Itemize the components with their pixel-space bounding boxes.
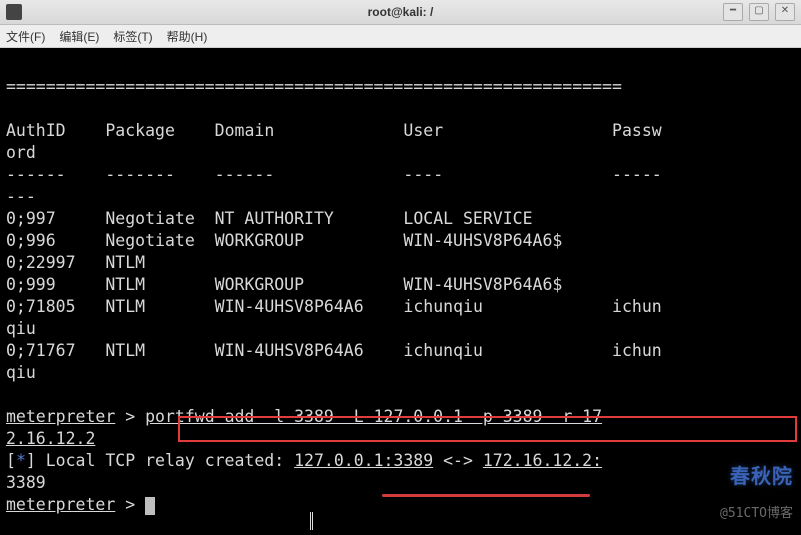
table-row: qiu — [6, 363, 36, 382]
relay-star: * — [16, 451, 26, 470]
table-row: 0;999 NTLM WORKGROUP WIN-4UHSV8P64A6$ — [6, 275, 562, 294]
dash-password-p2: --- — [6, 187, 36, 206]
relay-bracket-close: ] — [26, 451, 36, 470]
col-domain: Domain — [215, 121, 275, 140]
meterpreter-prompt-2: meterpreter — [6, 495, 115, 514]
relay-bracket-open: [ — [6, 451, 16, 470]
menu-help[interactable]: 帮助(H) — [167, 28, 208, 45]
terminal-cursor — [145, 497, 155, 515]
col-package: Package — [105, 121, 175, 140]
table-row: 0;71767 NTLM WIN-4UHSV8P64A6 ichunqiu ic… — [6, 341, 662, 360]
menu-edit[interactable]: 编辑(E) — [59, 28, 99, 45]
mouse-ibeam-cursor — [310, 512, 313, 530]
watermark-brand: 春秋院 — [730, 465, 793, 487]
menubar: 文件(F) 编辑(E) 标签(T) 帮助(H) — [0, 25, 801, 48]
window-title: root@kali: / — [0, 5, 801, 19]
terminal[interactable]: ========================================… — [0, 48, 801, 535]
relay-text-a: Local TCP relay created: — [36, 451, 294, 470]
annotation-red-box — [178, 416, 797, 442]
prompt-sep: > — [115, 407, 145, 426]
table-row: 0;22997 NTLM — [6, 253, 145, 272]
dash-package: ------- — [105, 165, 175, 184]
prompt-sep-2: > — [115, 495, 145, 514]
table-row: qiu — [6, 319, 36, 338]
table-row: 0;71805 NTLM WIN-4UHSV8P64A6 ichunqiu ic… — [6, 297, 662, 316]
annotation-red-underline — [382, 494, 590, 497]
col-password-p1: Passw — [612, 121, 662, 140]
relay-text-b: 127.0.0.1:3389 — [294, 451, 433, 470]
col-password-p2: ord — [6, 143, 36, 162]
dash-domain: ------ — [215, 165, 275, 184]
app-window: root@kali: / ━ ▢ ✕ 文件(F) 编辑(E) 标签(T) 帮助(… — [0, 0, 801, 535]
meterpreter-prompt: meterpreter — [6, 407, 115, 426]
col-authid: AuthID — [6, 121, 66, 140]
menu-file[interactable]: 文件(F) — [6, 28, 45, 45]
dash-authid: ------ — [6, 165, 66, 184]
window-titlebar: root@kali: / ━ ▢ ✕ — [0, 0, 801, 25]
separator-line: ========================================… — [6, 77, 622, 96]
table-row: 0;997 Negotiate NT AUTHORITY LOCAL SERVI… — [6, 209, 533, 228]
relay-text-d: 172.16.12.2: — [483, 451, 602, 470]
watermark-blog: @51CTO博客 — [720, 503, 793, 525]
relay-line-2: 3389 — [6, 473, 46, 492]
dash-user: ---- — [403, 165, 443, 184]
dash-password-p1: ----- — [612, 165, 662, 184]
menu-tabs[interactable]: 标签(T) — [113, 28, 152, 45]
col-user: User — [403, 121, 443, 140]
relay-text-c: <-> — [433, 451, 483, 470]
command-line-2: 2.16.12.2 — [6, 429, 95, 448]
table-row: 0;996 Negotiate WORKGROUP WIN-4UHSV8P64A… — [6, 231, 562, 250]
